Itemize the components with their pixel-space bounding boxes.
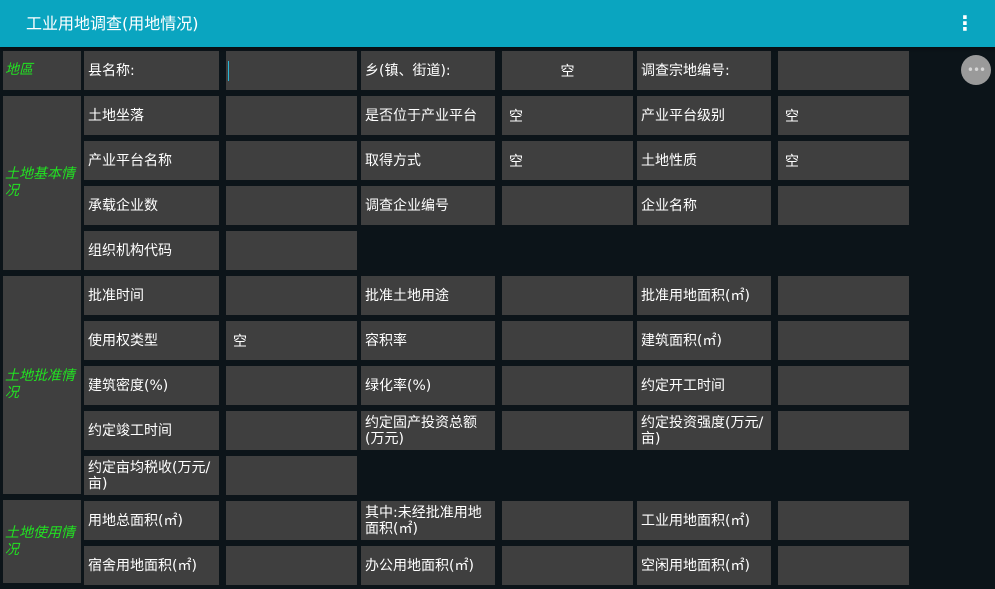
platform-level-select[interactable]: 空 [778, 96, 909, 135]
platform-name-input[interactable] [226, 141, 357, 180]
dorm-area-label: 宿舍用地面积(㎡) [84, 546, 219, 585]
right-type-select[interactable]: 空 [226, 321, 357, 360]
enterprise-no-input[interactable] [502, 186, 633, 225]
dorm-area-input[interactable] [226, 546, 357, 585]
building-density-input[interactable] [226, 366, 357, 405]
agreed-tax-input[interactable] [226, 456, 357, 495]
office-area-input[interactable] [502, 546, 633, 585]
section-area: 地區 [3, 51, 81, 90]
agreed-tax-label: 约定亩均税收(万元/亩) [84, 456, 219, 495]
agreed-intensity-label: 约定投资强度(万元/亩) [637, 411, 771, 450]
on-platform-select[interactable]: 空 [502, 96, 633, 135]
approval-time-input[interactable] [226, 276, 357, 315]
office-area-label: 办公用地面积(㎡) [361, 546, 495, 585]
land-nature-select[interactable]: 空 [778, 141, 909, 180]
county-name-input[interactable] [226, 51, 357, 90]
total-area-label: 用地总面积(㎡) [84, 501, 219, 540]
acquire-method-label: 取得方式 [361, 141, 495, 180]
right-type-label: 使用权类型 [84, 321, 219, 360]
platform-name-label: 产业平台名称 [84, 141, 219, 180]
building-density-label: 建筑密度(%) [84, 366, 219, 405]
agreed-finish-label: 约定竣工时间 [84, 411, 219, 450]
agreed-start-label: 约定开工时间 [637, 366, 771, 405]
idle-area-input[interactable] [778, 546, 909, 585]
org-code-input[interactable] [226, 231, 357, 270]
approved-use-input[interactable] [502, 276, 633, 315]
platform-level-label: 产业平台级别 [637, 96, 771, 135]
text-caret [228, 61, 229, 81]
parcel-no-input[interactable] [778, 51, 909, 90]
industrial-area-input[interactable] [778, 501, 909, 540]
agreed-intensity-input[interactable] [778, 411, 909, 450]
agreed-investment-label: 约定固产投资总额(万元) [361, 411, 495, 450]
unapproved-area-input[interactable] [502, 501, 633, 540]
more-options-icon[interactable]: ⋮ [955, 9, 975, 37]
section-basic: 土地基本情况 [3, 96, 81, 270]
county-name-label: 县名称: [84, 51, 219, 90]
building-area-label: 建筑面积(㎡) [637, 321, 771, 360]
township-label: 乡(镇、街道): [361, 51, 495, 90]
township-select[interactable]: 空 [502, 51, 633, 90]
enterprise-count-label: 承载企业数 [84, 186, 219, 225]
approved-use-label: 批准土地用途 [361, 276, 495, 315]
approved-area-label: 批准用地面积(㎡) [637, 276, 771, 315]
unapproved-area-label: 其中:未经批准用地面积(㎡) [361, 501, 495, 540]
on-platform-label: 是否位于产业平台 [361, 96, 495, 135]
location-label: 土地坐落 [84, 96, 219, 135]
industrial-area-label: 工业用地面积(㎡) [637, 501, 771, 540]
enterprise-name-label: 企业名称 [637, 186, 771, 225]
building-area-input[interactable] [778, 321, 909, 360]
green-rate-input[interactable] [502, 366, 633, 405]
page-title: 工业用地调查(用地情况) [26, 14, 199, 33]
app-bar: 工业用地调查(用地情况) ⋮ [0, 0, 995, 47]
section-approval: 土地批准情况 [3, 276, 81, 494]
enterprise-count-input[interactable] [226, 186, 357, 225]
plot-ratio-label: 容积率 [361, 321, 495, 360]
approved-area-input[interactable] [778, 276, 909, 315]
acquire-method-select[interactable]: 空 [502, 141, 633, 180]
location-input[interactable] [226, 96, 357, 135]
land-nature-label: 土地性质 [637, 141, 771, 180]
approval-time-label: 批准时间 [84, 276, 219, 315]
agreed-start-input[interactable] [778, 366, 909, 405]
agreed-finish-input[interactable] [226, 411, 357, 450]
plot-ratio-input[interactable] [502, 321, 633, 360]
green-rate-label: 绿化率(%) [361, 366, 495, 405]
idle-area-label: 空闲用地面积(㎡) [637, 546, 771, 585]
parcel-no-label: 调查宗地编号: [637, 51, 771, 90]
section-usage: 土地使用情况 [3, 500, 81, 583]
enterprise-no-label: 调查企业编号 [361, 186, 495, 225]
agreed-investment-input[interactable] [502, 411, 633, 450]
enterprise-name-input[interactable] [778, 186, 909, 225]
total-area-input[interactable] [226, 501, 357, 540]
org-code-label: 组织机构代码 [84, 231, 219, 270]
floating-menu-button[interactable]: ••• [961, 55, 991, 85]
